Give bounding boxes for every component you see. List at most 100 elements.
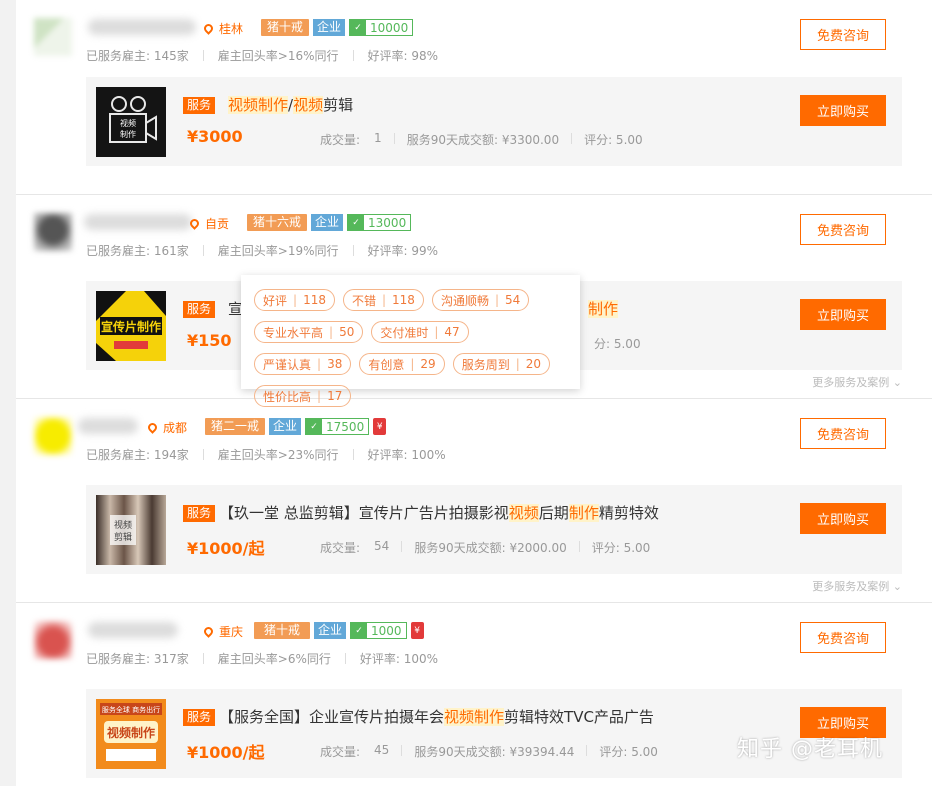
service-provider-list: 桂林 猪十戒 企业 ✓ 10000 已服务雇主: 145家 雇主回头率>16%同行… <box>16 0 932 786</box>
service-metrics: 成交量: 45 服务90天成交额: ¥39394.44 评分: 5.00 <box>320 743 658 760</box>
service-metrics: 分: 5.00 <box>594 335 641 352</box>
review-tag[interactable]: 性价比高 | 17 <box>254 385 352 407</box>
corp-tag: 企业 <box>311 214 344 231</box>
provider-name-blurred[interactable] <box>88 19 196 35</box>
svg-text:剪辑: 剪辑 <box>114 531 132 543</box>
buy-button[interactable]: 立即购买 <box>800 503 886 534</box>
svg-text:服务全球 商务出行: 服务全球 商务出行 <box>102 705 160 714</box>
sales-label: 成交量: <box>320 133 361 147</box>
svg-text:制作: 制作 <box>120 129 136 139</box>
deposit-amount: 1000 <box>371 623 402 638</box>
review-tag[interactable]: 专业水平高 | 50 <box>254 321 364 343</box>
service-title[interactable]: 【服务全国】企业宣传片拍摄年会视频制作剪辑特效TVC产品广告 <box>219 706 654 727</box>
level-tag: 猪二一戒 <box>205 418 266 435</box>
svg-text:视频: 视频 <box>114 519 132 531</box>
location-pin-icon <box>146 420 159 434</box>
review-tag[interactable]: 不错 | 118 <box>342 289 424 311</box>
deposit-tag: ✓ 13000 <box>347 214 412 231</box>
service-thumbnail[interactable]: 服务全球 商务出行 视频制作 <box>96 699 166 769</box>
tag-group: 猪十戒 企业 ✓ 10000 <box>261 19 414 36</box>
amount-90d: 服务90天成交额: ¥39394.44 <box>414 745 575 759</box>
provider-stats: 已服务雇主: 194家 雇主回头率>23%同行 好评率: 100% <box>86 446 446 463</box>
consult-button[interactable]: 免费咨询 <box>800 418 886 449</box>
avatar[interactable] <box>34 213 72 251</box>
shield-icon: ✓ <box>306 419 323 434</box>
served-count: 已服务雇主: 145家 <box>86 49 189 63</box>
deposit-tag: ✓ 10000 <box>349 19 414 36</box>
location: 重庆 <box>202 622 244 640</box>
sales-value: 1 <box>374 131 382 145</box>
service-metrics: 成交量: 1 服务90天成交额: ¥3300.00 评分: 5.00 <box>320 131 643 148</box>
location: 成都 <box>146 418 188 436</box>
svg-text:视频: 视频 <box>120 118 136 128</box>
service-price: ¥3000 <box>187 127 243 146</box>
review-tag[interactable]: 沟通顺畅 | 54 <box>431 289 530 311</box>
consult-button[interactable]: 免费咨询 <box>800 214 886 245</box>
more-services-link[interactable]: 更多服务及案例 ⌄ <box>812 374 902 390</box>
review-tag[interactable]: 交付准时 | 47 <box>371 321 469 343</box>
corp-tag: 企业 <box>314 622 347 639</box>
shield-icon: ✓ <box>348 215 365 230</box>
red-envelope-icon: ¥ <box>410 622 424 639</box>
service-badge: 服务 <box>183 301 216 318</box>
more-services-link[interactable]: 更多服务及案例 ⌄ <box>812 578 902 594</box>
service-thumbnail[interactable]: 宣传片制作 <box>96 291 166 361</box>
rating-rate: 好评率: 100% <box>359 652 439 666</box>
service-badge: 服务 <box>183 709 216 726</box>
deposit-amount: 13000 <box>368 215 407 230</box>
buy-button[interactable]: 立即购买 <box>800 95 886 126</box>
consult-button[interactable]: 免费咨询 <box>800 622 886 653</box>
service-price: ¥1000/起 <box>187 539 265 558</box>
amount-90d: 服务90天成交额: ¥2000.00 <box>414 541 567 555</box>
service-title[interactable]: 【玖一堂 总监剪辑】宣传片广告片拍摄影视视频后期制作精剪特效 <box>219 502 659 523</box>
buy-button[interactable]: 立即购买 <box>800 299 886 330</box>
return-rate: 雇主回头率>19%同行 <box>217 244 339 258</box>
shield-icon: ✓ <box>351 623 368 638</box>
score: 评分: 5.00 <box>591 541 651 555</box>
provider-stats: 已服务雇主: 161家 雇主回头率>19%同行 好评率: 99% <box>86 242 438 259</box>
location-pin-icon <box>188 216 201 230</box>
provider-name-blurred[interactable] <box>88 622 178 638</box>
review-tag[interactable]: 好评 | 118 <box>254 289 335 311</box>
return-rate: 雇主回头率>23%同行 <box>217 448 339 462</box>
review-tag[interactable]: 服务周到 | 20 <box>452 353 551 375</box>
service-thumbnail[interactable]: 视频 制作 <box>96 87 166 157</box>
deposit-tag: ✓ 17500 <box>305 418 370 435</box>
service-price: ¥1000/起 <box>187 743 265 762</box>
avatar[interactable] <box>34 417 72 455</box>
city-label: 成都 <box>163 420 188 435</box>
location-pin-icon <box>202 624 215 638</box>
level-tag: 猪十戒 <box>261 19 310 36</box>
score: 评分: 5.00 <box>584 133 643 147</box>
tag-group: 猪十六戒 企业 ✓ 13000 <box>247 214 412 231</box>
location: 自贡 <box>188 214 229 232</box>
sales-value: 45 <box>374 743 390 757</box>
rating-rate: 好评率: 100% <box>367 448 446 462</box>
rating-rate: 好评率: 98% <box>367 49 439 63</box>
provider-name-blurred[interactable] <box>84 214 192 230</box>
avatar[interactable] <box>34 621 72 659</box>
provider-name-blurred[interactable] <box>78 418 138 434</box>
score: 评分: 5.00 <box>599 745 658 759</box>
service-badge: 服务 <box>183 505 216 522</box>
city-label: 重庆 <box>219 624 244 639</box>
served-count: 已服务雇主: 194家 <box>86 448 189 462</box>
avatar[interactable] <box>34 18 72 56</box>
service-item[interactable]: 视频 剪辑 服务 【玖一堂 总监剪辑】宣传片广告片拍摄影视视频后期制作精剪特效 … <box>86 485 902 574</box>
consult-button[interactable]: 免费咨询 <box>800 19 886 50</box>
corp-tag: 企业 <box>313 19 346 36</box>
service-metrics: 成交量: 54 服务90天成交额: ¥2000.00 评分: 5.00 <box>320 539 650 556</box>
tag-group: 猪十戒 企业 ✓ 1000 ¥ <box>254 622 424 639</box>
review-tag[interactable]: 严谨认真 | 38 <box>254 353 352 375</box>
service-thumbnail[interactable]: 视频 剪辑 <box>96 495 166 565</box>
sales-label: 成交量: <box>320 541 361 555</box>
provider-stats: 已服务雇主: 145家 雇主回头率>16%同行 好评率: 98% <box>86 47 438 64</box>
red-envelope-icon: ¥ <box>373 418 387 435</box>
sales-value: 54 <box>374 539 390 553</box>
level-tag: 猪十戒 <box>254 622 311 639</box>
service-title[interactable]: 视频制作/视频剪辑 <box>228 94 353 115</box>
city-label: 桂林 <box>219 21 244 36</box>
service-item[interactable]: 视频 制作 服务 视频制作/视频剪辑 ¥3000 成交量: 1 服务90天成交额:… <box>86 77 902 166</box>
rating-rate: 好评率: 99% <box>367 244 439 258</box>
review-tag[interactable]: 有创意 | 29 <box>359 353 445 375</box>
